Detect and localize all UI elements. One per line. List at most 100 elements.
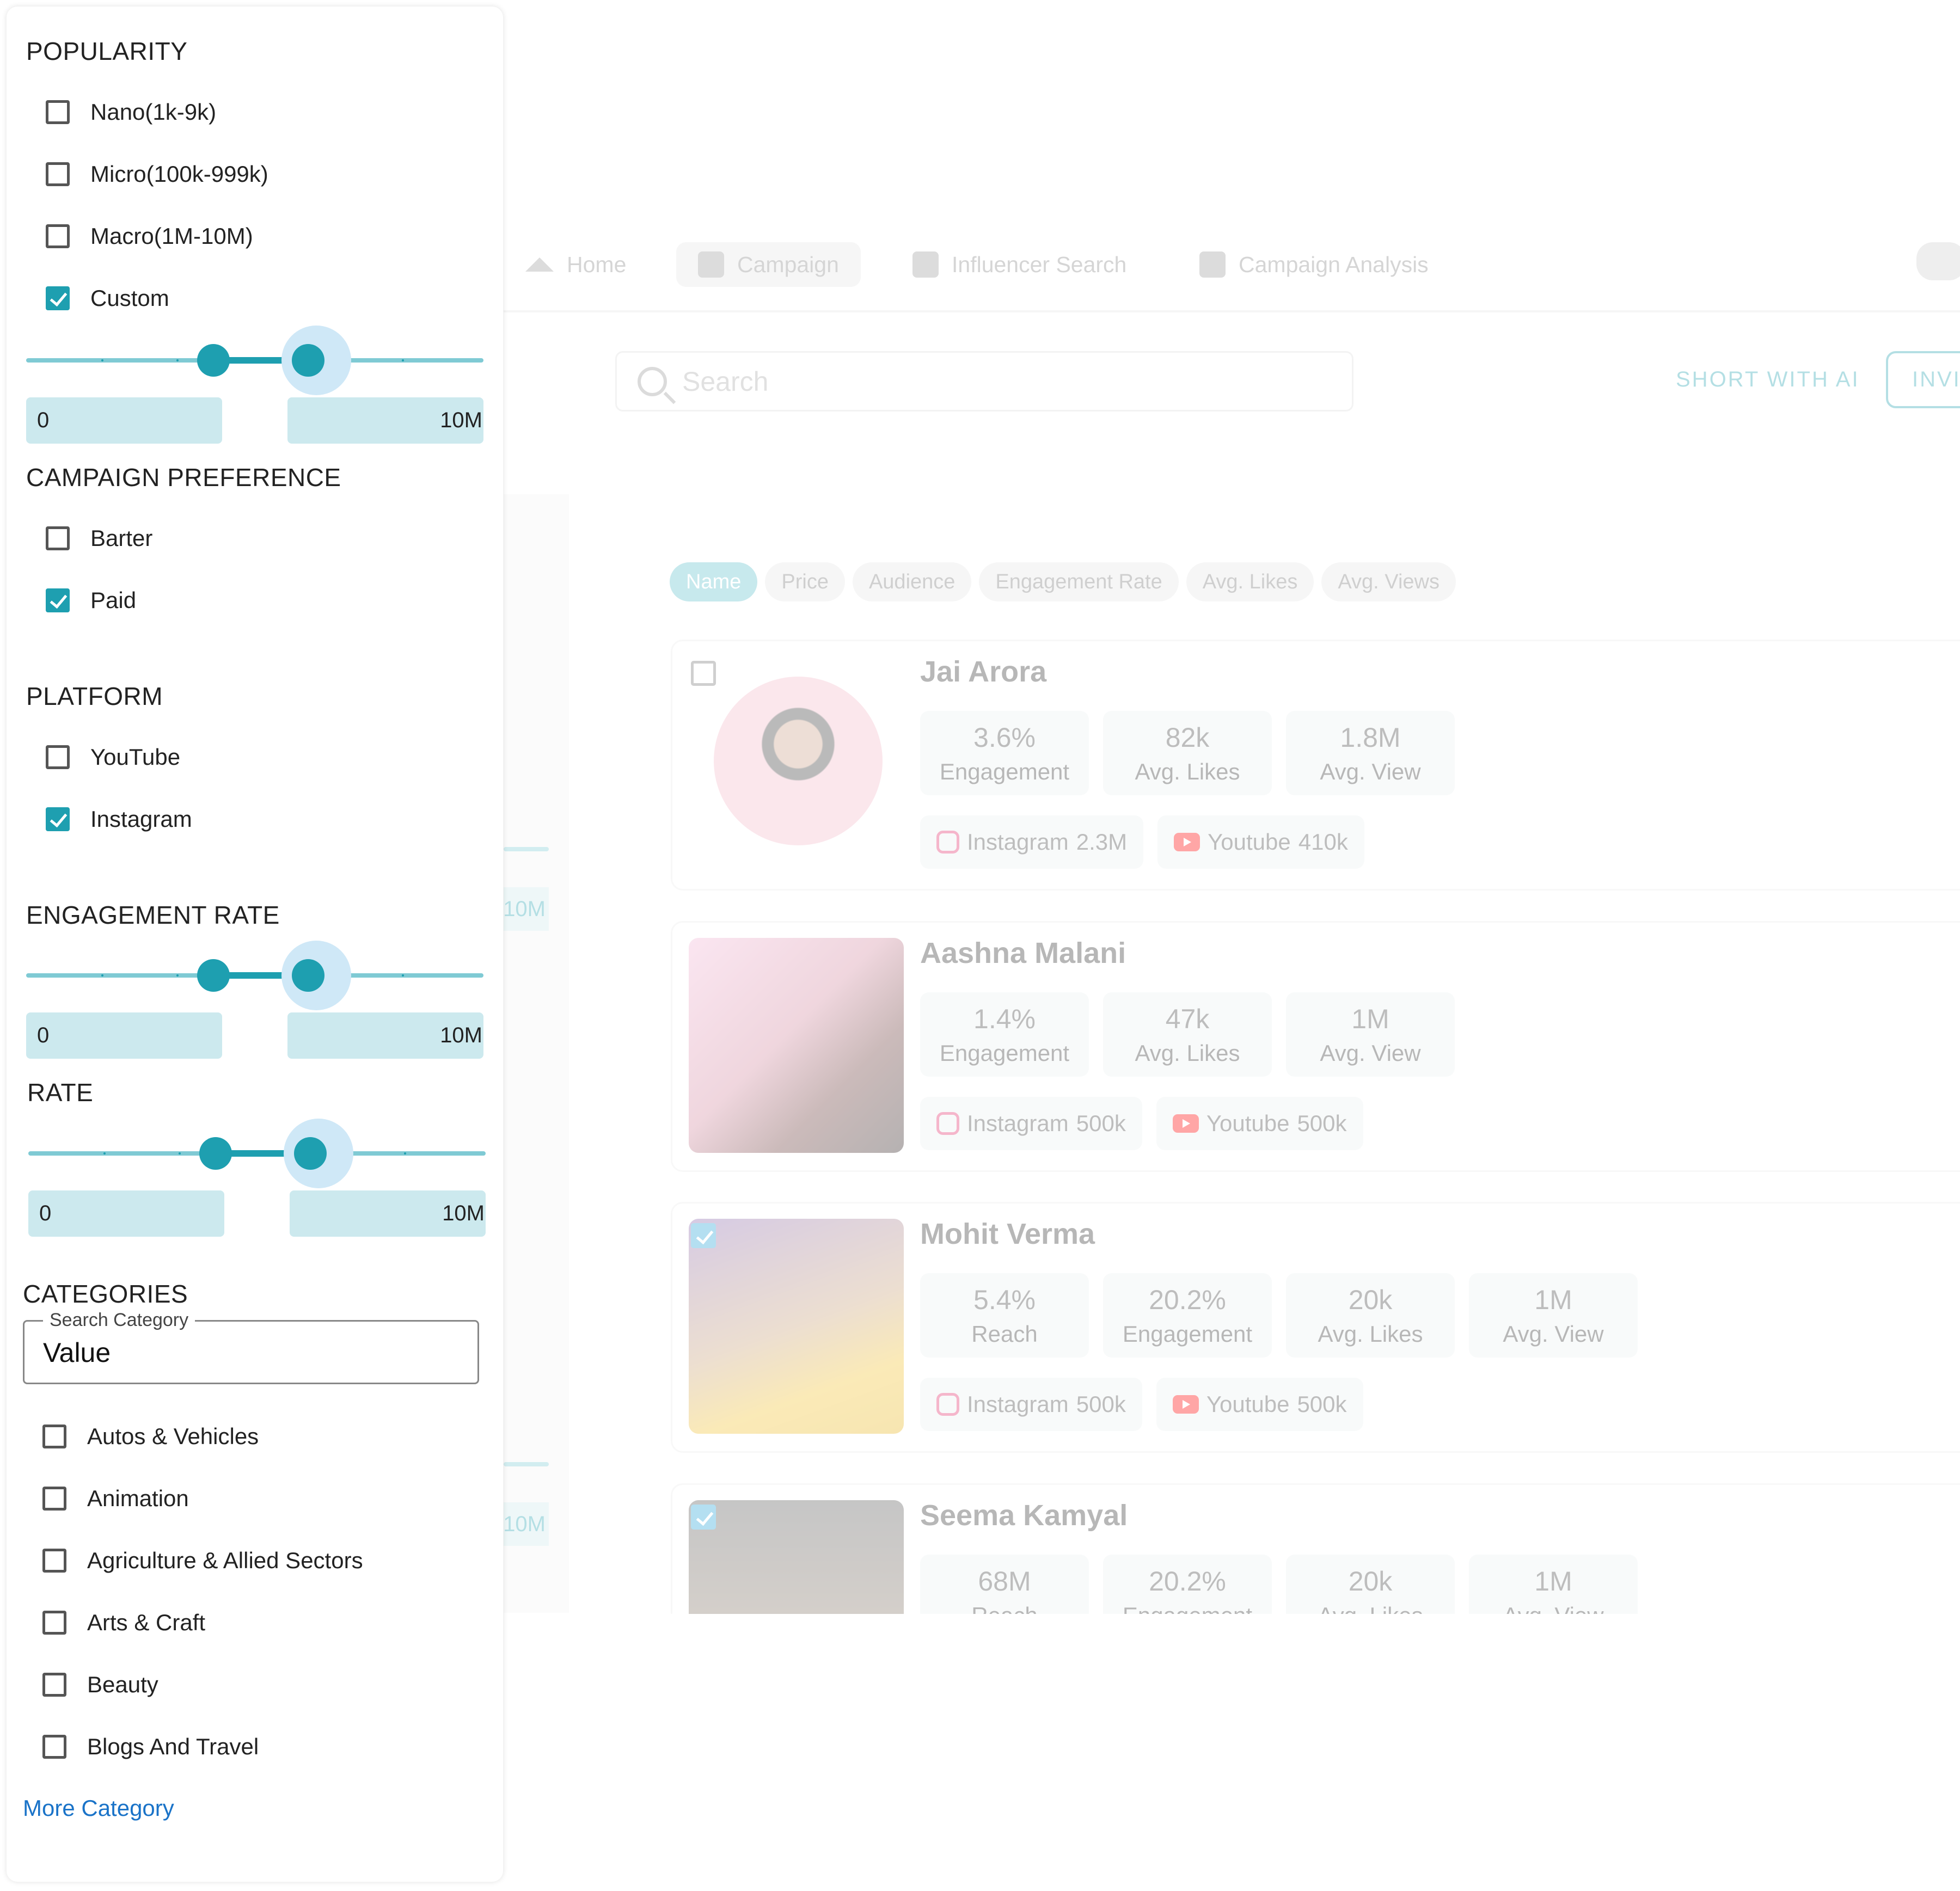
follower-count: 500k <box>1076 1391 1126 1417</box>
checkbox[interactable] <box>42 1611 66 1635</box>
platform-option-instagram[interactable]: Instagram <box>46 806 192 832</box>
checkbox-checked[interactable] <box>46 286 70 310</box>
slider-min-thumb[interactable] <box>197 344 230 377</box>
stat-reach: 5.4% Reach <box>920 1273 1089 1358</box>
sort-chip-engagement-rate[interactable]: Engagement Rate <box>979 562 1179 601</box>
search-input[interactable]: Search <box>615 351 1353 412</box>
sort-chip-avg-views[interactable]: Avg. Views <box>1321 562 1456 601</box>
category-option-animation[interactable]: Animation <box>42 1485 189 1512</box>
youtube-badge[interactable]: Youtube 500k <box>1156 1097 1363 1150</box>
follower-count: 410k <box>1298 829 1348 855</box>
select-checkbox[interactable] <box>691 1505 716 1530</box>
category-option-autos-vehicles[interactable]: Autos & Vehicles <box>42 1423 259 1450</box>
instagram-badge[interactable]: Instagram 500k <box>920 1378 1142 1431</box>
campaign-option-barter[interactable]: Barter <box>46 525 152 551</box>
slider-max-thumb[interactable] <box>292 959 324 992</box>
influencer-card[interactable]: Mohit Verma 5.4% Reach 20.2% Engagement 20… <box>671 1202 1960 1453</box>
nav-influencer-search[interactable]: Influencer Search <box>891 242 1148 287</box>
nav-influencer-search-label: Influencer Search <box>952 251 1127 277</box>
popularity-max-input[interactable]: 10M <box>287 397 483 444</box>
invite-button[interactable]: INVI <box>1886 351 1960 408</box>
sort-chip-name[interactable]: Name <box>670 562 758 601</box>
checkbox[interactable] <box>46 745 70 769</box>
option-label: Arts & Craft <box>87 1610 206 1635</box>
slider-min-thumb[interactable] <box>197 959 230 992</box>
checkbox[interactable] <box>42 1487 66 1511</box>
category-option-beauty[interactable]: Beauty <box>42 1672 158 1698</box>
short-with-ai-button[interactable]: SHORT WITH AI <box>1676 367 1860 392</box>
popularity-option-custom[interactable]: Custom <box>46 285 169 311</box>
avatar <box>689 1500 904 1616</box>
checkbox[interactable] <box>42 1735 66 1759</box>
popularity-min-input[interactable]: 0 <box>26 397 222 444</box>
influencer-card[interactable]: Seema Kamyal 68M Reach 20.2% Engagement 20… <box>671 1483 1960 1616</box>
sort-chip-avg-likes[interactable]: Avg. Likes <box>1186 562 1314 601</box>
youtube-badge[interactable]: Youtube 410k <box>1157 815 1364 869</box>
search-category-label: Search Category <box>43 1310 195 1331</box>
popularity-option-nano[interactable]: Nano(1k-9k) <box>46 99 216 125</box>
checkbox-checked[interactable] <box>46 588 70 612</box>
nav-campaign-analysis[interactable]: Campaign Analysis <box>1178 242 1450 287</box>
youtube-badge[interactable]: Youtube 500k <box>1156 1378 1363 1431</box>
popularity-option-micro[interactable]: Micro(100k-999k) <box>46 161 268 187</box>
rate-max-input[interactable]: 10M <box>290 1190 486 1237</box>
stat-label: Engagement <box>1122 1321 1253 1347</box>
option-label: Agriculture & Allied Sectors <box>87 1548 363 1573</box>
stat-value: 1.8M <box>1340 722 1401 753</box>
category-option-blogs-travel[interactable]: Blogs And Travel <box>42 1734 259 1760</box>
select-checkbox[interactable] <box>691 1223 716 1248</box>
stat-value: 68M <box>978 1565 1031 1597</box>
option-label: Custom <box>90 285 169 311</box>
rate-min-input[interactable]: 0 <box>28 1190 224 1237</box>
nav-campaign[interactable]: Campaign <box>676 242 861 287</box>
rate-range-slider[interactable] <box>28 1119 486 1188</box>
instagram-icon <box>936 1393 959 1416</box>
instagram-badge[interactable]: Instagram 500k <box>920 1097 1142 1150</box>
option-label: Paid <box>90 587 137 613</box>
option-label: YouTube <box>90 744 181 770</box>
checkbox-checked[interactable] <box>46 807 70 831</box>
slider-max-thumb[interactable] <box>294 1137 327 1170</box>
engagement-rate-range-slider[interactable] <box>26 941 483 1010</box>
stat-avg-likes: 20k Avg. Likes <box>1286 1273 1455 1358</box>
campaign-option-paid[interactable]: Paid <box>46 587 136 613</box>
platform-label: Instagram <box>967 1110 1069 1136</box>
follower-count: 2.3M <box>1076 829 1128 855</box>
engagement-rate-min-input[interactable]: 0 <box>26 1012 222 1059</box>
influencer-card[interactable]: Aashna Malani 1.4% Engagement 47k Avg. Lik… <box>671 921 1960 1172</box>
stat-label: Avg. Likes <box>1135 1040 1240 1066</box>
select-checkbox[interactable] <box>691 661 716 686</box>
stat-value: 1M <box>1351 1003 1389 1034</box>
instagram-icon <box>936 831 959 854</box>
popularity-option-macro[interactable]: Macro(1M-10M) <box>46 223 253 249</box>
platform-label: Youtube <box>1206 1110 1290 1136</box>
sort-chip-audience[interactable]: Audience <box>852 562 972 601</box>
more-category-link[interactable]: More Category <box>23 1795 174 1821</box>
checkbox[interactable] <box>42 1425 66 1448</box>
stat-value: 20k <box>1348 1565 1393 1597</box>
slider-max-thumb[interactable] <box>292 344 324 377</box>
influencer-card[interactable]: Jai Arora 3.6% Engagement 82k Avg. Likes 1… <box>671 640 1960 891</box>
checkbox[interactable] <box>46 526 70 550</box>
platform-option-youtube[interactable]: YouTube <box>46 744 180 770</box>
search-category-field[interactable]: Search Category Value <box>23 1310 479 1384</box>
follower-count: 500k <box>1076 1110 1126 1136</box>
chat-icon[interactable] <box>1916 242 1960 280</box>
popularity-range-slider[interactable] <box>26 326 483 395</box>
sort-chip-price[interactable]: Price <box>765 562 845 601</box>
stat-label: Engagement <box>939 1040 1070 1066</box>
instagram-badge[interactable]: Instagram 2.3M <box>920 815 1144 869</box>
slider-min-thumb[interactable] <box>199 1137 232 1170</box>
engagement-rate-title: ENGAGEMENT RATE <box>26 901 280 929</box>
checkbox[interactable] <box>42 1673 66 1697</box>
checklist-icon <box>912 251 939 278</box>
category-option-agriculture[interactable]: Agriculture & Allied Sectors <box>42 1548 363 1574</box>
nav-home[interactable]: Home <box>504 242 648 287</box>
engagement-rate-max-input[interactable]: 10M <box>287 1012 483 1059</box>
checkbox[interactable] <box>46 100 70 124</box>
checkbox[interactable] <box>42 1549 66 1573</box>
category-option-arts-craft[interactable]: Arts & Craft <box>42 1610 205 1636</box>
stat-value: 3.6% <box>973 722 1036 753</box>
checkbox[interactable] <box>46 224 70 248</box>
checkbox[interactable] <box>46 162 70 186</box>
